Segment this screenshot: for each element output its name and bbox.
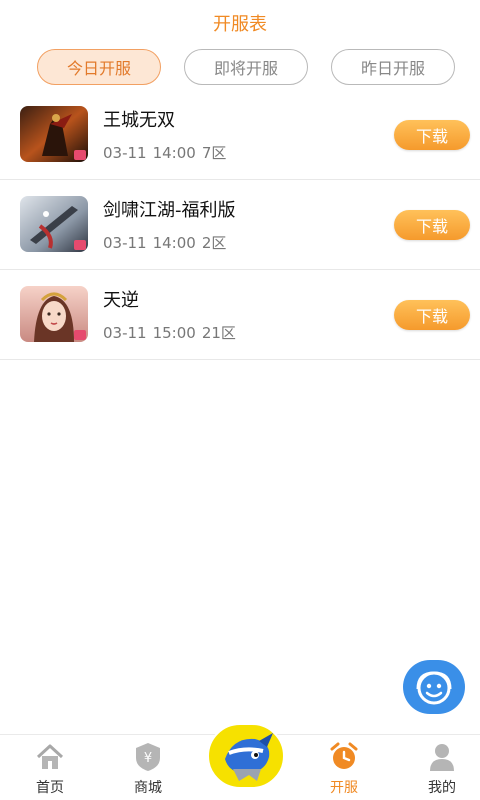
- download-button[interactable]: 下载: [394, 300, 470, 330]
- customer-service-button[interactable]: [403, 660, 465, 714]
- list-item[interactable]: 天逆 03-11 15:00 21区 下载: [0, 270, 480, 360]
- game-name: 剑啸江湖-福利版: [103, 200, 236, 221]
- home-icon: [10, 739, 90, 775]
- server-zone: 21区: [201, 324, 236, 342]
- open-date: 03-11: [103, 324, 147, 342]
- alarm-clock-icon: [304, 739, 384, 775]
- game-name: 天逆: [103, 290, 139, 311]
- nav-label: 首页: [36, 780, 64, 796]
- svg-text:¥: ¥: [144, 751, 152, 766]
- list-item[interactable]: 王城无双 03-11 14:00 7区 下载: [0, 90, 480, 180]
- nav-label: 开服: [330, 780, 358, 796]
- download-button[interactable]: 下载: [394, 120, 470, 150]
- open-time: 14:00: [152, 144, 196, 162]
- bottom-nav: 首页 ¥ 商城 开服 我的: [0, 723, 480, 800]
- game-icon: [20, 286, 88, 342]
- server-tabs: 今日开服 即将开服 昨日开服: [0, 49, 480, 85]
- nav-label: 商城: [134, 780, 162, 796]
- nav-home[interactable]: 首页: [10, 739, 90, 797]
- server-info: 03-11 14:00 7区: [103, 142, 232, 163]
- user-icon: [402, 739, 480, 775]
- server-info: 03-11 14:00 2区: [103, 232, 232, 253]
- tab-today[interactable]: 今日开服: [37, 49, 161, 85]
- mascot-icon: [225, 733, 273, 781]
- shop-icon: ¥: [108, 739, 188, 775]
- game-icon: [20, 196, 88, 252]
- nav-label: 我的: [428, 780, 456, 796]
- server-info: 03-11 15:00 21区: [103, 322, 242, 343]
- open-date: 03-11: [103, 234, 147, 252]
- tab-yesterday[interactable]: 昨日开服: [331, 49, 455, 85]
- game-name: 王城无双: [103, 110, 175, 131]
- tab-upcoming[interactable]: 即将开服: [184, 49, 308, 85]
- download-button[interactable]: 下载: [394, 210, 470, 240]
- nav-servers[interactable]: 开服: [304, 739, 384, 797]
- open-date: 03-11: [103, 144, 147, 162]
- server-zone: 7区: [201, 144, 227, 162]
- nav-me[interactable]: 我的: [402, 739, 480, 797]
- smiley-headset-icon: [416, 671, 452, 705]
- game-list: 王城无双 03-11 14:00 7区 下载 剑啸江湖-福利版 03-11 14…: [0, 90, 480, 360]
- open-time: 15:00: [152, 324, 196, 342]
- page-title: 开服表: [213, 14, 267, 35]
- server-zone: 2区: [201, 234, 227, 252]
- game-icon: [20, 106, 88, 162]
- nav-shop[interactable]: ¥ 商城: [108, 739, 188, 797]
- list-item[interactable]: 剑啸江湖-福利版 03-11 14:00 2区 下载: [0, 180, 480, 270]
- open-time: 14:00: [152, 234, 196, 252]
- mascot-button[interactable]: [207, 723, 285, 789]
